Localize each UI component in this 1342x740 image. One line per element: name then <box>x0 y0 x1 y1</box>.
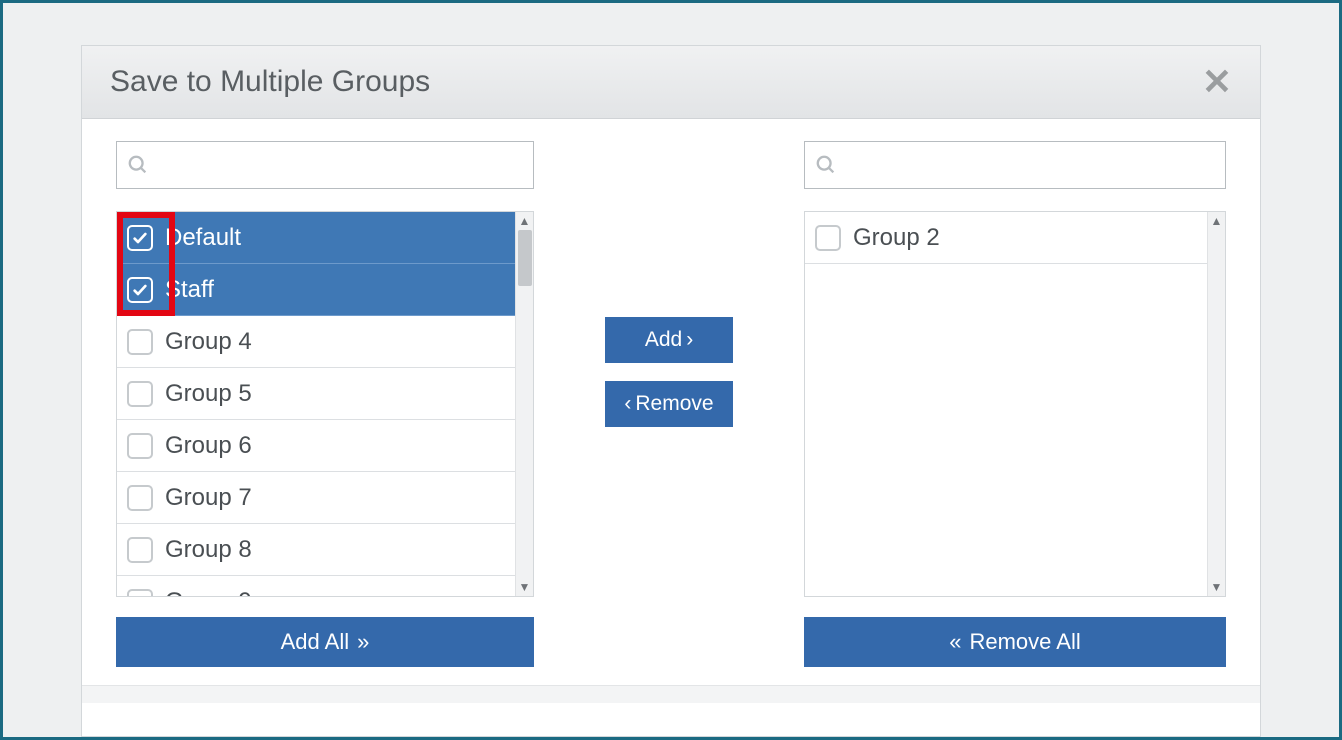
checkbox[interactable] <box>127 277 153 303</box>
list-item-label: Group 2 <box>853 224 940 252</box>
checkbox[interactable] <box>127 537 153 563</box>
search-icon <box>127 154 149 176</box>
selected-search-input[interactable] <box>837 154 1215 177</box>
list-item[interactable]: Group 7 <box>117 472 515 524</box>
dialog-title: Save to Multiple Groups <box>110 65 430 99</box>
checkbox[interactable] <box>127 225 153 251</box>
dialog-header: Save to Multiple Groups ✕ <box>82 46 1260 119</box>
remove-all-label: Remove All <box>969 629 1080 655</box>
scroll-thumb[interactable] <box>518 230 532 286</box>
list-item[interactable]: Group 5 <box>117 368 515 420</box>
scroll-up-icon[interactable]: ▲ <box>1208 212 1225 230</box>
list-item-label: Group 6 <box>165 432 252 460</box>
list-item-label: Group 8 <box>165 536 252 564</box>
add-label: Add <box>645 328 682 352</box>
list-item[interactable]: Group 9 <box>117 576 515 596</box>
selected-groups-list: Group 2 ▲ ▼ <box>804 211 1226 597</box>
selected-search[interactable] <box>804 141 1226 189</box>
checkbox[interactable] <box>127 329 153 355</box>
list-item[interactable]: Group 4 <box>117 316 515 368</box>
add-all-button[interactable]: Add All » <box>116 617 534 667</box>
remove-label: Remove <box>635 392 713 416</box>
checkbox[interactable] <box>127 589 153 597</box>
chevron-left-icon: ‹ <box>624 392 631 416</box>
close-icon[interactable]: ✕ <box>1202 64 1232 100</box>
list-item-label: Staff <box>165 276 214 304</box>
checkbox[interactable] <box>127 381 153 407</box>
list-item[interactable]: Group 6 <box>117 420 515 472</box>
checkbox[interactable] <box>127 433 153 459</box>
list-item[interactable]: Group 8 <box>117 524 515 576</box>
list-item-label: Group 5 <box>165 380 252 408</box>
available-groups-column: Default Staff Group 4 Group 5 Group 6 Group 7… <box>116 141 534 667</box>
available-groups-list: Default Staff Group 4 Group 5 Group 6 Group 7… <box>116 211 534 597</box>
add-all-label: Add All <box>281 629 350 655</box>
double-chevron-right-icon: » <box>357 629 369 655</box>
remove-all-button[interactable]: « Remove All <box>804 617 1226 667</box>
list-item-label: Group 9 <box>165 588 252 597</box>
search-icon <box>815 154 837 176</box>
scrollbar[interactable]: ▲ ▼ <box>515 212 533 596</box>
scroll-down-icon[interactable]: ▼ <box>1208 578 1225 596</box>
list-item[interactable]: Staff <box>117 264 515 316</box>
save-to-groups-dialog: Save to Multiple Groups ✕ Default Staff Gr… <box>81 45 1261 737</box>
dialog-body: Default Staff Group 4 Group 5 Group 6 Group 7… <box>82 119 1260 667</box>
list-item-label: Group 7 <box>165 484 252 512</box>
double-chevron-left-icon: « <box>949 629 961 655</box>
list-item[interactable]: Default <box>117 212 515 264</box>
scroll-up-icon[interactable]: ▲ <box>516 212 533 230</box>
dialog-footer-strip <box>82 685 1260 703</box>
list-item-label: Group 4 <box>165 328 252 356</box>
scrollbar[interactable]: ▲ ▼ <box>1207 212 1225 596</box>
available-search-input[interactable] <box>149 154 523 177</box>
checkbox[interactable] <box>127 485 153 511</box>
chevron-right-icon: › <box>686 328 693 352</box>
transfer-buttons-column: Add › ‹ Remove <box>534 141 804 427</box>
scroll-down-icon[interactable]: ▼ <box>516 578 533 596</box>
list-item[interactable]: Group 2 <box>805 212 1207 264</box>
available-search[interactable] <box>116 141 534 189</box>
remove-button[interactable]: ‹ Remove <box>605 381 733 427</box>
checkbox[interactable] <box>815 225 841 251</box>
list-item-label: Default <box>165 224 241 252</box>
add-button[interactable]: Add › <box>605 317 733 363</box>
selected-groups-column: Group 2 ▲ ▼ « Remove All <box>804 141 1226 667</box>
